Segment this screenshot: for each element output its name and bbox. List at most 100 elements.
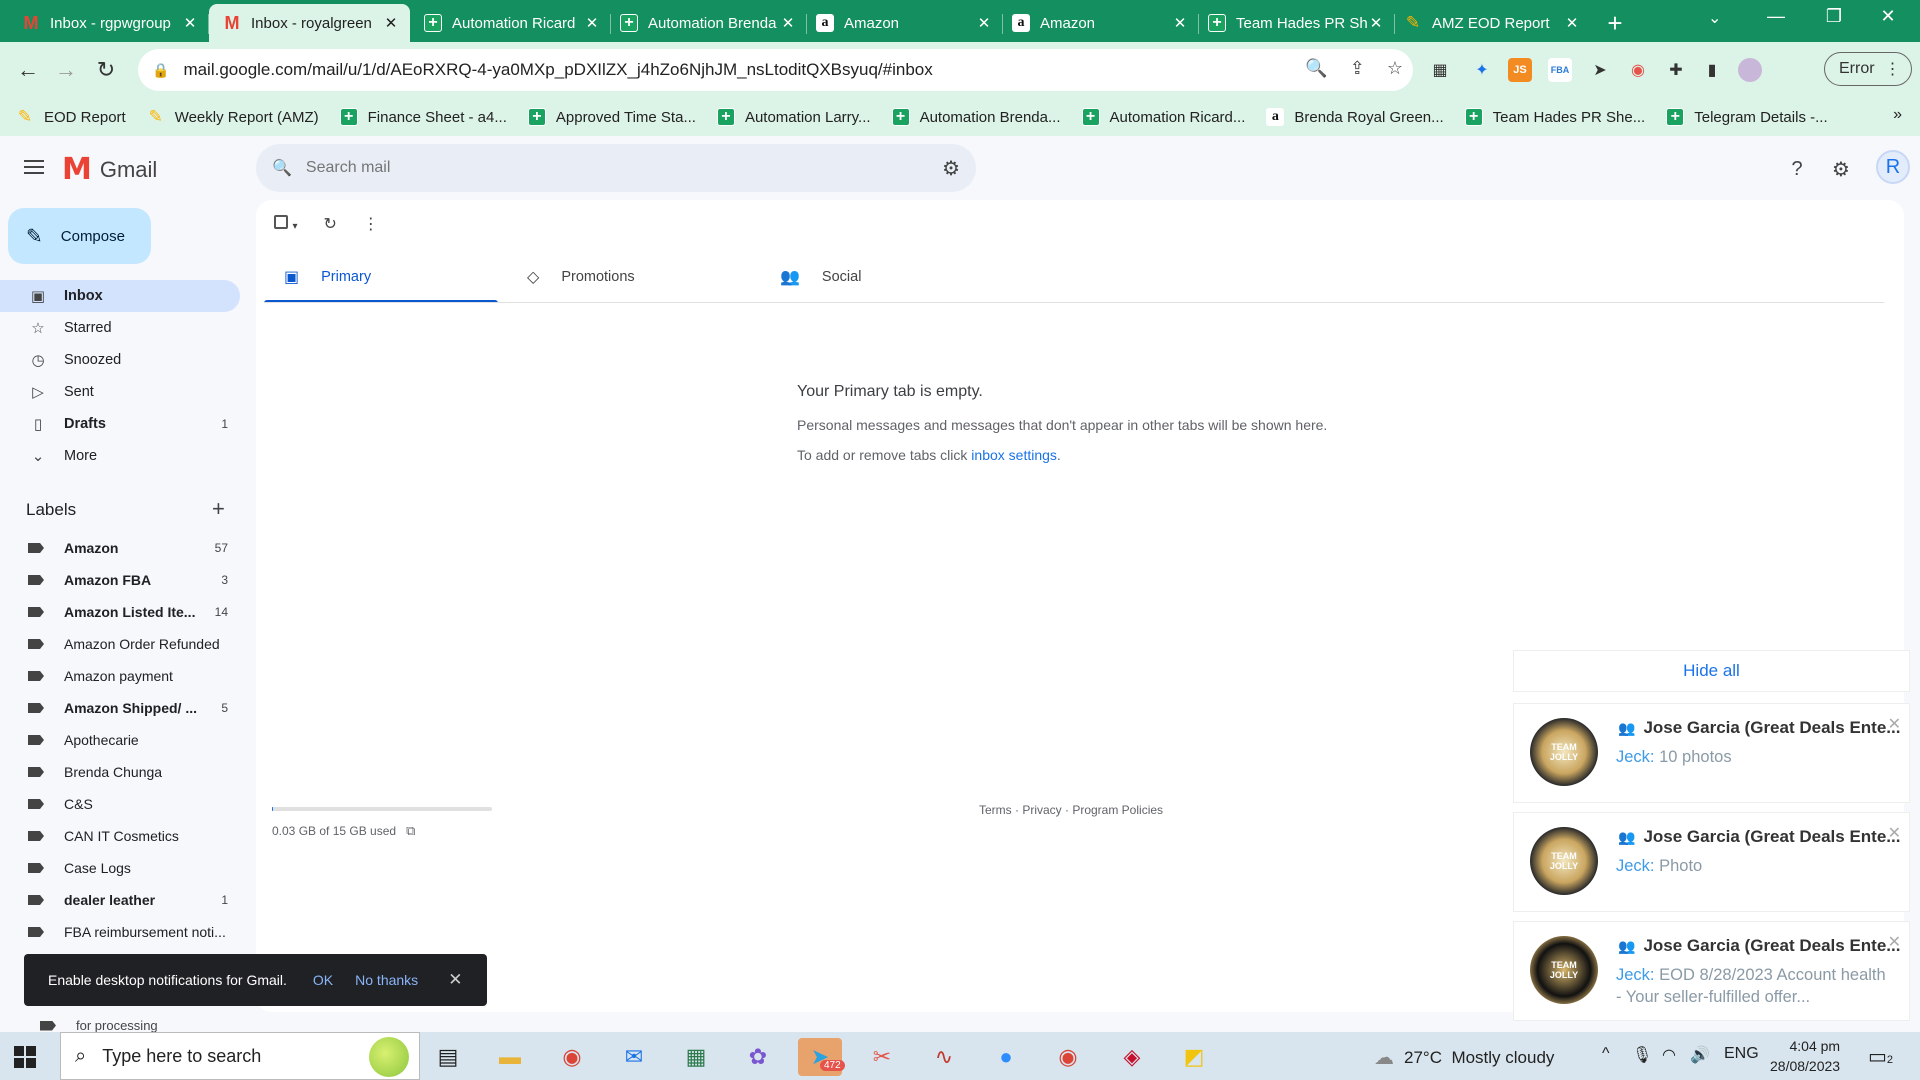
compose-button[interactable]: ✎ Compose bbox=[8, 208, 151, 264]
wifi-icon[interactable]: ◠ bbox=[1662, 1045, 1676, 1065]
label-item[interactable]: Amazon payment bbox=[0, 660, 240, 692]
search-options-icon[interactable]: ⚙ bbox=[942, 156, 960, 181]
weather-widget[interactable]: ☁ 27°C Mostly cloudy bbox=[1374, 1045, 1554, 1070]
refresh-icon[interactable]: ↻ bbox=[323, 214, 336, 234]
address-bar[interactable]: 🔒 mail.google.com/mail/u/1/d/AEoRXRQ-4-y… bbox=[138, 49, 1413, 91]
gmail-logo[interactable]: M Gmail bbox=[62, 152, 157, 187]
hide-all-notifications-button[interactable]: Hide all bbox=[1513, 650, 1910, 692]
notification-center-icon[interactable]: ▭2 bbox=[1868, 1044, 1893, 1069]
search-icon[interactable]: 🔍 bbox=[272, 158, 292, 178]
tab-social[interactable]: 👥 Social bbox=[760, 250, 1000, 304]
mcafee-icon[interactable]: ◈ bbox=[1110, 1038, 1154, 1076]
mail-icon[interactable]: ✉ bbox=[612, 1038, 656, 1076]
label-item[interactable]: Amazon Listed Ite... 14 bbox=[0, 596, 240, 628]
zoom-icon[interactable]: 🔍 bbox=[1305, 58, 1327, 79]
copilot-icon[interactable]: ✿ bbox=[736, 1038, 780, 1076]
close-notification-icon[interactable]: ✕ bbox=[1888, 714, 1901, 734]
select-all-checkbox[interactable]: ▾ bbox=[274, 214, 297, 234]
side-panel-icon[interactable]: ▮ bbox=[1700, 58, 1724, 82]
restore-icon[interactable]: ❐ bbox=[1814, 6, 1854, 27]
tab-search-chevron-icon[interactable]: ⌄ bbox=[1708, 8, 1721, 28]
settings-gear-icon[interactable]: ⚙ bbox=[1828, 156, 1854, 182]
more-actions-icon[interactable]: ⋮ bbox=[363, 214, 379, 234]
inbox-settings-link[interactable]: inbox settings bbox=[971, 447, 1057, 463]
search-input[interactable] bbox=[305, 159, 906, 177]
fba-extension-icon[interactable]: FBA bbox=[1548, 58, 1572, 82]
browser-tab[interactable]: + Automation Ricard ✕ bbox=[410, 4, 611, 42]
label-item[interactable]: CAN IT Cosmetics bbox=[0, 820, 240, 852]
minimize-icon[interactable]: — bbox=[1756, 6, 1796, 27]
sticky-notes-icon[interactable]: ◩ bbox=[1172, 1038, 1216, 1076]
task-view-icon[interactable]: ▤ bbox=[426, 1038, 470, 1076]
snackbar-no-thanks-button[interactable]: No thanks bbox=[355, 972, 418, 988]
close-tab-icon[interactable]: ✕ bbox=[1171, 14, 1189, 32]
sidebar-item-snoozed[interactable]: ◷ Snoozed bbox=[0, 344, 240, 376]
profile-error-button[interactable]: Error ⋮ bbox=[1824, 52, 1912, 86]
volume-icon[interactable]: 🔊 bbox=[1690, 1045, 1710, 1065]
bookmark-item[interactable]: + Automation Brenda... bbox=[891, 108, 1061, 126]
snipping-tool-icon[interactable]: ✂ bbox=[860, 1038, 904, 1076]
language-indicator[interactable]: ENG bbox=[1724, 1045, 1759, 1063]
close-tab-icon[interactable]: ✕ bbox=[779, 14, 797, 32]
close-tab-icon[interactable]: ✕ bbox=[975, 14, 993, 32]
browser-tab[interactable]: + Automation Brenda ✕ bbox=[606, 4, 807, 42]
sidebar-item-more[interactable]: ⌄ More bbox=[0, 440, 240, 472]
extension-blue-icon[interactable]: ✦ bbox=[1470, 58, 1494, 82]
monitor-app-icon[interactable]: ∿ bbox=[922, 1038, 966, 1076]
close-tab-icon[interactable]: ✕ bbox=[382, 14, 400, 32]
label-item[interactable]: Amazon Order Refunded bbox=[0, 628, 240, 660]
arrow-extension-icon[interactable]: ➤ bbox=[1588, 58, 1612, 82]
lock-icon[interactable]: 🔒 bbox=[152, 62, 169, 79]
label-item[interactable]: Apothecarie bbox=[0, 724, 240, 756]
taskbar-search[interactable]: ⌕ Type here to search bbox=[60, 1032, 420, 1080]
microphone-icon[interactable]: 🎙 bbox=[1632, 1045, 1652, 1065]
snackbar-ok-button[interactable]: OK bbox=[313, 972, 333, 988]
label-item[interactable]: C&S bbox=[0, 788, 240, 820]
account-avatar[interactable]: R bbox=[1876, 150, 1910, 184]
sidebar-item-starred[interactable]: ☆ Starred bbox=[0, 312, 240, 344]
calculator-icon[interactable]: ▦ bbox=[674, 1038, 718, 1076]
circle-extension-icon[interactable]: ◉ bbox=[1626, 58, 1650, 82]
close-icon[interactable]: ✕ bbox=[448, 970, 462, 990]
puzzle-icon[interactable]: ✚ bbox=[1664, 58, 1688, 82]
back-icon[interactable]: ← bbox=[14, 56, 42, 84]
label-item[interactable]: Amazon FBA 3 bbox=[0, 564, 240, 596]
browser-tab[interactable]: a Amazon ✕ bbox=[802, 4, 1003, 42]
bookmark-item[interactable]: ✎ Weekly Report (AMZ) bbox=[147, 107, 319, 126]
share-icon[interactable]: ⇪ bbox=[1350, 58, 1365, 79]
label-item[interactable]: Brenda Chunga bbox=[0, 756, 240, 788]
bookmarks-overflow-icon[interactable]: » bbox=[1893, 106, 1902, 124]
file-explorer-icon[interactable]: ▬ bbox=[488, 1038, 532, 1076]
bookmark-item[interactable]: + Team Hades PR She... bbox=[1464, 108, 1645, 126]
label-item[interactable]: Case Logs bbox=[0, 852, 240, 884]
notification-card[interactable]: TEAM JOLLY 👥 Jose Garcia (Great Deals Ente… bbox=[1513, 921, 1910, 1021]
help-icon[interactable]: ? bbox=[1784, 156, 1810, 182]
close-tab-icon[interactable]: ✕ bbox=[1563, 14, 1581, 32]
tray-chevron-icon[interactable]: ^ bbox=[1602, 1045, 1610, 1063]
browser-tab-active[interactable]: M Inbox - royalgreen ✕ bbox=[209, 4, 410, 42]
window-close-icon[interactable]: ✕ bbox=[1868, 6, 1908, 27]
footer-links[interactable]: Terms · Privacy · Program Policies bbox=[979, 803, 1163, 817]
label-item[interactable]: dealer leather 1 bbox=[0, 884, 240, 916]
bookmark-item[interactable]: + Automation Ricard... bbox=[1081, 108, 1245, 126]
label-item[interactable]: Amazon Shipped/ ... 5 bbox=[0, 692, 240, 724]
qr-extension-icon[interactable]: ▦ bbox=[1428, 58, 1452, 82]
sidebar-item-sent[interactable]: ▷ Sent bbox=[0, 376, 240, 408]
bookmark-item[interactable]: + Finance Sheet - a4... bbox=[339, 108, 507, 126]
windows-start-icon[interactable] bbox=[14, 1046, 36, 1068]
forward-icon[interactable]: → bbox=[52, 56, 80, 84]
bookmark-item[interactable]: + Approved Time Sta... bbox=[527, 108, 696, 126]
browser-tab[interactable]: + Team Hades PR Sh ✕ bbox=[1194, 4, 1395, 42]
bookmark-item[interactable]: + Automation Larry... bbox=[716, 108, 871, 126]
js-extension-icon[interactable]: JS bbox=[1508, 58, 1532, 82]
bookmark-item[interactable]: ✎ EOD Report bbox=[16, 107, 126, 126]
profile-avatar-icon[interactable] bbox=[1738, 58, 1762, 82]
notification-card[interactable]: TEAM JOLLY 👥 Jose Garcia (Great Deals Ente… bbox=[1513, 703, 1910, 803]
browser-tab[interactable]: M Inbox - rgpwgroup ✕ bbox=[8, 4, 209, 42]
label-item[interactable]: FBA reimbursement noti... bbox=[0, 916, 240, 948]
close-tab-icon[interactable]: ✕ bbox=[181, 14, 199, 32]
bookmark-item[interactable]: + Telegram Details -... bbox=[1666, 108, 1828, 126]
chrome-profile-icon[interactable]: ◉ bbox=[1046, 1038, 1090, 1076]
sidebar-item-drafts[interactable]: ▯ Drafts 1 bbox=[0, 408, 240, 440]
tab-primary[interactable]: ▣ Primary bbox=[264, 250, 498, 304]
